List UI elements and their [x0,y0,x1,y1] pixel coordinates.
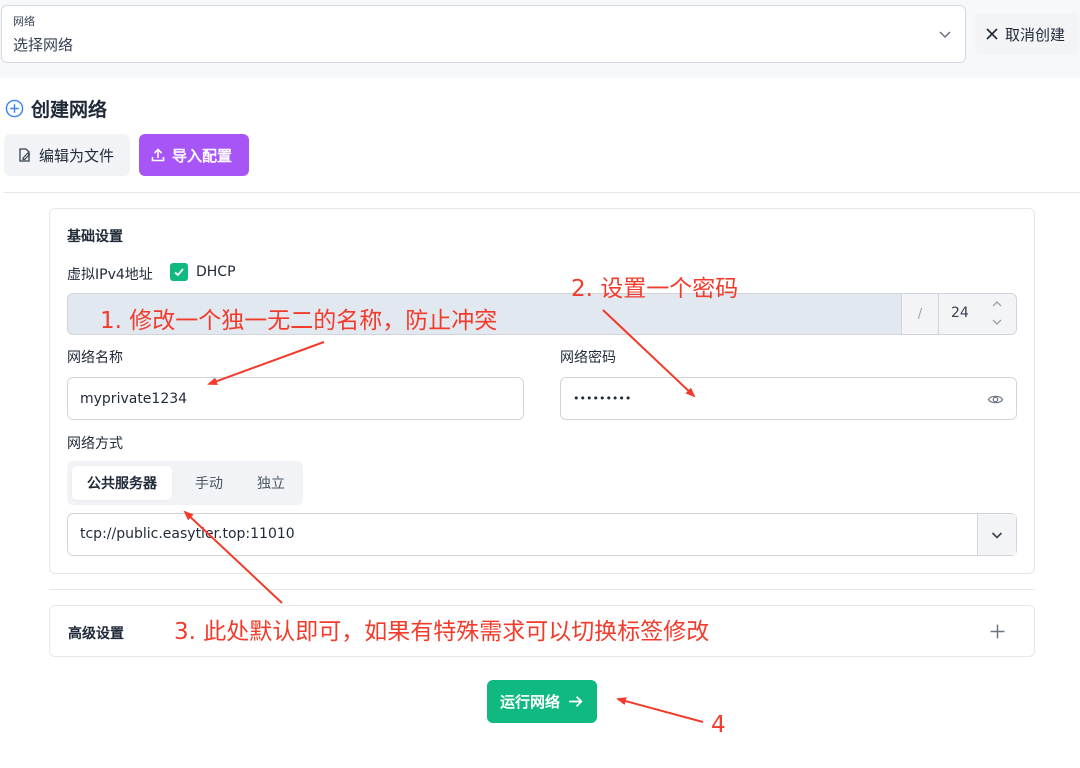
edit-as-file-button[interactable]: 编辑为文件 [4,134,130,176]
netmask-stepper[interactable]: 24 [939,294,1016,334]
dhcp-checkbox[interactable] [170,263,188,281]
ip-separator: / [901,294,939,334]
arrow-4 [616,697,704,723]
run-network-label: 运行网络 [500,693,561,711]
eye-icon[interactable] [987,391,1004,408]
cancel-create-label: 取消创建 [1005,25,1066,44]
network-select[interactable]: 网络 选择网络 [1,5,966,63]
tab-public-server[interactable]: 公共服务器 [72,466,172,500]
import-config-label: 导入配置 [172,146,233,165]
close-icon [986,28,998,40]
advanced-settings-title: 高级设置 [68,626,124,642]
check-icon [174,268,184,277]
run-network-button[interactable]: 运行网络 [487,680,597,723]
upload-icon [151,148,165,162]
network-password-input[interactable]: ••••••••• [560,377,1017,420]
annotation-2: 2. 设置一个密码 [571,276,739,302]
ipv4-label: 虚拟IPv4地址 [67,267,153,283]
divider [49,589,1035,590]
network-password-label: 网络密码 [560,350,616,366]
chevron-down-icon [991,531,1003,539]
network-mode-label: 网络方式 [67,436,123,452]
network-select-value: 选择网络 [13,36,74,54]
chevron-down-icon [939,31,951,39]
dhcp-label: DHCP [196,264,236,280]
arrow-right-icon [569,696,583,707]
import-config-button[interactable]: 导入配置 [139,134,249,176]
public-server-value: tcp://public.easytier.top:11010 [80,526,295,542]
cancel-create-button[interactable]: 取消创建 [975,13,1079,55]
netmask-value: 24 [951,305,969,321]
plus-circle-icon [5,99,24,117]
annotation-1: 1. 修改一个独一无二的名称，防止冲突 [100,308,498,334]
chevron-up-icon[interactable] [991,299,1003,309]
create-network-title: 创建网络 [5,95,107,121]
network-password-value: ••••••••• [573,392,632,405]
network-name-value: myprivate1234 [80,390,188,407]
divider [4,192,1080,193]
network-name-label: 网络名称 [67,350,123,366]
annotation-4: 4 [711,712,726,738]
edit-file-icon [19,148,31,162]
tab-standalone[interactable]: 独立 [241,466,301,500]
basic-settings-title: 基础设置 [67,229,123,245]
annotation-3: 3. 此处默认即可，如果有特殊需求可以切换标签修改 [174,619,710,645]
public-server-select[interactable]: tcp://public.easytier.top:11010 [67,513,1017,556]
server-dropdown-button[interactable] [977,514,1016,555]
network-mode-tabs: 公共服务器 手动 独立 [67,461,303,505]
create-network-label: 创建网络 [31,98,108,121]
tab-manual[interactable]: 手动 [177,466,241,500]
network-name-input[interactable]: myprivate1234 [67,377,524,420]
edit-as-file-label: 编辑为文件 [39,146,115,165]
network-select-label: 网络 [13,15,35,28]
plus-icon[interactable] [989,623,1006,640]
top-bar: 网络 选择网络 取消创建 [0,0,1080,78]
chevron-down-icon[interactable] [991,317,1003,327]
